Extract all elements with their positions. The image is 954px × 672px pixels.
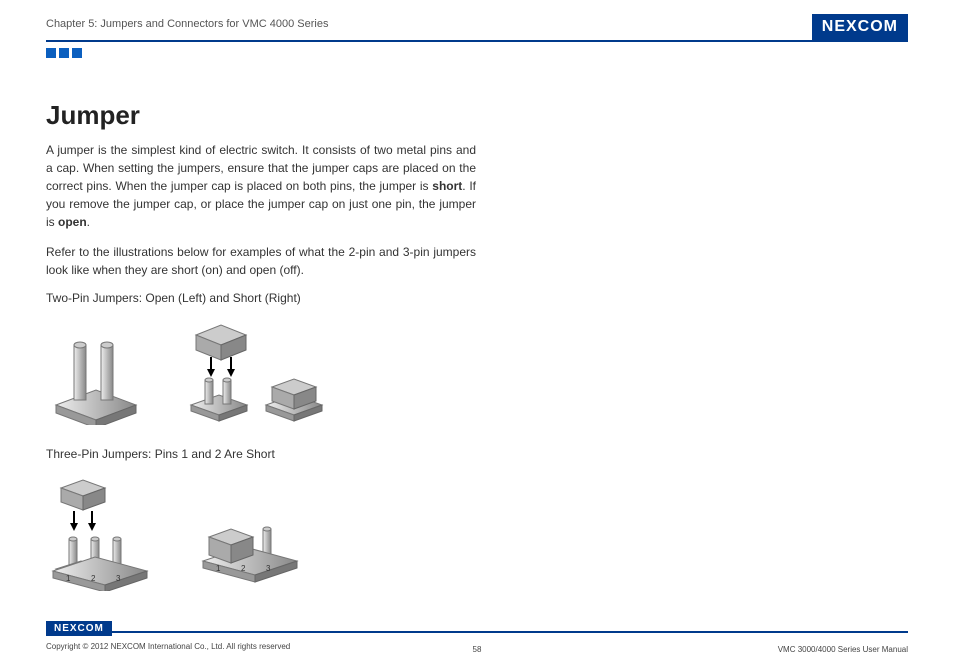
svg-text:1: 1 [66,574,71,583]
page-heading: Jumper [46,100,476,131]
jumper-2pin-short-icon [176,315,336,425]
svg-text:1: 1 [216,564,221,573]
decorative-squares [46,48,82,58]
jumper-3pin-hover-icon: 1 2 3 [46,471,166,591]
svg-text:3: 3 [266,564,271,573]
brand-logo: NEXCOM [812,14,908,40]
manual-title: VMC 3000/4000 Series User Manual [778,645,908,654]
header-rule [46,40,908,42]
chapter-title: Chapter 5: Jumpers and Connectors for VM… [46,18,908,30]
caption-three-pin: Three-Pin Jumpers: Pins 1 and 2 Are Shor… [46,447,476,461]
jumper-2pin-open-icon [46,325,146,425]
jumper-3pin-short-icon: 1 2 3 [196,511,316,591]
svg-text:2: 2 [91,574,96,583]
svg-text:3: 3 [116,574,121,583]
illustration-two-pin [46,315,476,425]
illustration-three-pin: 1 2 3 [46,471,476,591]
paragraph-1: A jumper is the simplest kind of electri… [46,141,476,231]
paragraph-2: Refer to the illustrations below for exa… [46,243,476,279]
svg-text:2: 2 [241,564,246,573]
caption-two-pin: Two-Pin Jumpers: Open (Left) and Short (… [46,291,476,305]
